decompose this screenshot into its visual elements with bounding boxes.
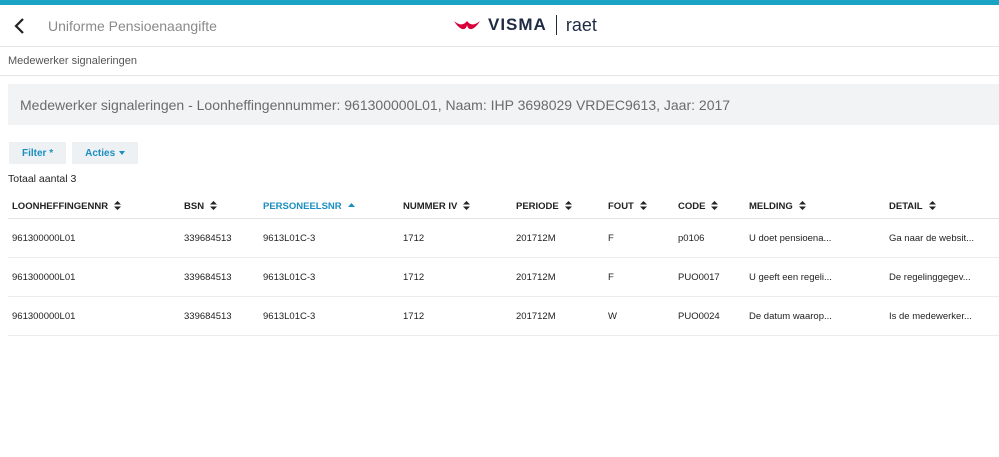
cell-loonheffingennr: 961300000L01: [8, 218, 180, 258]
cell-detail: Ga naar de websit...: [885, 218, 999, 258]
sort-both-icon: [564, 201, 572, 211]
cell-melding: U geeft een regeli...: [745, 257, 885, 297]
cell-fout: F: [604, 218, 674, 258]
column-header-label: BSN: [184, 200, 205, 212]
cell-periode: 201712M: [512, 218, 604, 258]
app-header: Uniforme Pensioenaangifte VISMA raet: [0, 5, 999, 47]
sort-both-icon: [463, 201, 471, 211]
breadcrumb-item: Medewerker signaleringen: [8, 55, 138, 67]
cell-loonheffingennr: 961300000L01: [8, 257, 180, 297]
breadcrumb: Medewerker signaleringen: [0, 47, 999, 76]
sort-both-icon: [210, 201, 218, 211]
signals-table: LOONHEFFINGENNR BSN PERSONEELSNR NUMMER …: [8, 194, 999, 336]
column-header-label: LOONHEFFINGENNR: [12, 200, 109, 212]
cell-periode: 201712M: [512, 296, 604, 336]
column-header-code[interactable]: CODE: [674, 194, 745, 219]
column-header-label: PERSONEELSNR: [263, 200, 342, 212]
toolbar: Filter * Acties: [9, 142, 999, 164]
sort-both-icon: [928, 201, 936, 211]
caret-down-icon: [119, 151, 126, 155]
column-header-periode[interactable]: PERIODE: [512, 194, 604, 219]
cell-nummer-iv: 1712: [399, 296, 512, 336]
cell-personeelsnr: 9613L01C-3: [259, 296, 399, 336]
filter-button-label: Filter *: [22, 147, 54, 159]
cell-nummer-iv: 1712: [399, 218, 512, 258]
app-title: Uniforme Pensioenaangifte: [48, 17, 217, 34]
cell-bsn: 339684513: [180, 218, 259, 258]
sort-asc-icon: [347, 203, 355, 208]
table-row[interactable]: 961300000L01 339684513 9613L01C-3 1712 2…: [8, 257, 999, 297]
brand-primary: VISMA: [488, 15, 547, 34]
cell-detail: Is de medewerker...: [885, 296, 999, 336]
column-header-label: PERIODE: [516, 200, 559, 212]
cell-melding: U doet pensioena...: [745, 218, 885, 258]
column-header-detail[interactable]: DETAIL: [885, 194, 999, 219]
page-title: Medewerker signaleringen - Loonheffingen…: [20, 96, 731, 113]
sort-both-icon: [798, 201, 806, 211]
cell-personeelsnr: 9613L01C-3: [259, 218, 399, 258]
sort-both-icon: [114, 201, 122, 211]
cell-fout: W: [604, 296, 674, 336]
column-header-label: CODE: [678, 200, 706, 212]
column-header-fout[interactable]: FOUT: [604, 194, 674, 219]
column-header-loonheffingennr[interactable]: LOONHEFFINGENNR: [8, 194, 180, 219]
column-header-label: NUMMER IV: [403, 200, 458, 212]
column-header-nummer-iv[interactable]: NUMMER IV: [399, 194, 512, 219]
column-header-label: MELDING: [749, 200, 793, 212]
column-header-personeelsnr[interactable]: PERSONEELSNR: [259, 194, 399, 219]
cell-fout: F: [604, 257, 674, 297]
filter-button[interactable]: Filter *: [9, 142, 67, 164]
chevron-left-icon: [14, 17, 24, 34]
visma-logo-icon: [454, 21, 480, 30]
cell-melding: De datum waarop...: [745, 296, 885, 336]
cell-loonheffingennr: 961300000L01: [8, 296, 180, 336]
column-header-label: FOUT: [608, 200, 634, 212]
cell-bsn: 339684513: [180, 296, 259, 336]
cell-detail: De regelinggegev...: [885, 257, 999, 297]
cell-bsn: 339684513: [180, 257, 259, 297]
cell-nummer-iv: 1712: [399, 257, 512, 297]
cell-code: p0106: [674, 218, 745, 258]
table-row[interactable]: 961300000L01 339684513 9613L01C-3 1712 2…: [8, 218, 999, 258]
actions-dropdown-button[interactable]: Acties: [72, 142, 139, 164]
sort-both-icon: [639, 201, 647, 211]
cell-code: PUO0017: [674, 257, 745, 297]
back-button[interactable]: [8, 15, 30, 37]
cell-personeelsnr: 9613L01C-3: [259, 257, 399, 297]
actions-button-label: Acties: [85, 147, 116, 159]
brand-divider: [555, 15, 557, 35]
column-header-label: DETAIL: [889, 200, 923, 212]
sort-both-icon: [711, 201, 719, 211]
column-header-bsn[interactable]: BSN: [180, 194, 259, 219]
total-count: Totaal aantal 3: [8, 173, 77, 185]
table-row[interactable]: 961300000L01 339684513 9613L01C-3 1712 2…: [8, 296, 999, 336]
brand-logo: VISMA raet: [452, 14, 597, 36]
column-header-melding[interactable]: MELDING: [745, 194, 885, 219]
page-title-banner: Medewerker signaleringen - Loonheffingen…: [8, 84, 999, 125]
cell-code: PUO0024: [674, 296, 745, 336]
table-header-row: LOONHEFFINGENNR BSN PERSONEELSNR NUMMER …: [8, 194, 999, 219]
brand-secondary: raet: [565, 14, 597, 35]
cell-periode: 201712M: [512, 257, 604, 297]
